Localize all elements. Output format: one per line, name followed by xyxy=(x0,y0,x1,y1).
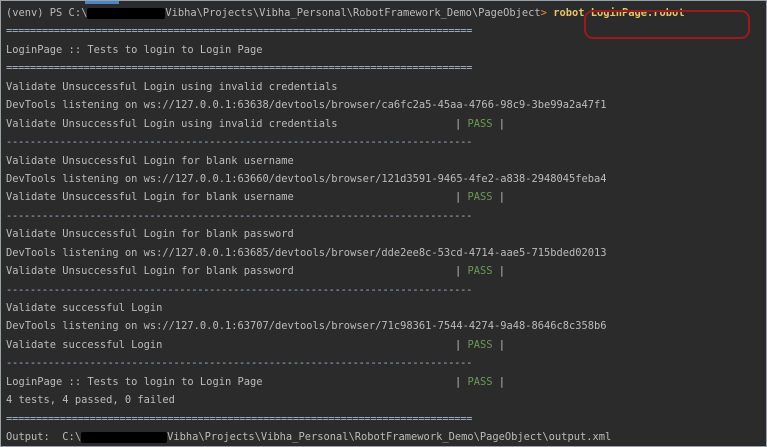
result-prefix: | xyxy=(455,338,468,351)
result-prefix: | xyxy=(455,117,468,130)
test-result-name: Validate successful Login xyxy=(6,338,163,351)
test-name: Validate Unsuccessful Login using invali… xyxy=(6,80,338,93)
test-name: Validate Unsuccessful Login for blank pa… xyxy=(6,228,294,241)
output-path: Vibha\Projects\Vibha_Personal\RobotFrame… xyxy=(167,431,612,444)
pass-status: PASS xyxy=(467,338,493,351)
result-prefix: | xyxy=(455,375,468,388)
devtools-line: DevTools listening on ws://127.0.0.1:636… xyxy=(6,99,607,112)
prompt-line: (venv) PS C:\ Vibha\Projects\Vibha_Person… xyxy=(1,4,766,22)
result-suffix: | xyxy=(492,265,506,278)
result-suffix: | xyxy=(492,338,506,351)
redacted-username xyxy=(87,7,166,19)
suite-summary-line: LoginPage :: Tests to login to Login Pag… xyxy=(1,373,766,391)
separator-double: ========================================… xyxy=(6,412,473,425)
prompt-prefix: (venv) PS C:\ xyxy=(6,7,88,19)
pass-status: PASS xyxy=(467,265,493,278)
separator-single: ----------------------------------------… xyxy=(6,136,473,149)
result-prefix: | xyxy=(455,265,468,278)
suite-stats: 4 tests, 4 passed, 0 failed xyxy=(6,394,175,407)
separator-double: ========================================… xyxy=(6,25,473,38)
suite-pass-status: PASS xyxy=(467,375,493,388)
separator-single: ----------------------------------------… xyxy=(6,357,473,370)
terminal-window: (venv) PS C:\ Vibha\Projects\Vibha_Person… xyxy=(0,0,767,447)
prompt-path: Vibha\Projects\Vibha_Personal\RobotFrame… xyxy=(165,7,541,19)
terminal-output[interactable]: (venv) PS C:\ Vibha\Projects\Vibha_Person… xyxy=(1,4,766,446)
separator-double: ========================================… xyxy=(6,62,473,75)
suite-summary-name: LoginPage :: Tests to login to Login Pag… xyxy=(6,375,263,388)
result-suffix: | xyxy=(492,117,506,130)
test-result-name: Validate Unsuccessful Login for blank pa… xyxy=(6,265,294,278)
result-suffix: | xyxy=(492,191,506,204)
output-label: Output: C:\ xyxy=(6,431,82,444)
test-result-name: Validate Unsuccessful Login for blank us… xyxy=(6,191,294,204)
prompt-arrow: > xyxy=(540,7,547,19)
separator-single: ----------------------------------------… xyxy=(6,209,473,222)
test-result-name: Validate Unsuccessful Login using invali… xyxy=(6,117,338,130)
suite-title: LoginPage :: Tests to login to Login Pag… xyxy=(6,43,263,56)
devtools-line: DevTools listening on ws://127.0.0.1:636… xyxy=(6,172,607,185)
test-result-line: Validate successful Login | PASS | xyxy=(1,336,766,354)
test-name: Validate successful Login xyxy=(6,302,163,314)
pass-status: PASS xyxy=(467,191,493,204)
redacted-username xyxy=(81,431,168,443)
prompt-command: robot LoginPage.robot xyxy=(553,7,685,19)
test-result-line: Validate Unsuccessful Login for blank us… xyxy=(1,188,766,206)
separator-single: ----------------------------------------… xyxy=(6,283,473,296)
output-line: Output: C:\ Vibha\Projects\Vibha_Personal… xyxy=(1,428,766,446)
test-name: Validate Unsuccessful Login for blank us… xyxy=(6,154,294,167)
devtools-line: DevTools listening on ws://127.0.0.1:637… xyxy=(6,320,607,333)
pass-status: PASS xyxy=(467,117,493,130)
result-suffix: | xyxy=(492,375,506,388)
result-prefix: | xyxy=(455,191,468,204)
test-result-line: Validate Unsuccessful Login using invali… xyxy=(1,115,766,133)
devtools-line: DevTools listening on ws://127.0.0.1:636… xyxy=(6,246,607,259)
test-result-line: Validate Unsuccessful Login for blank pa… xyxy=(1,262,766,280)
